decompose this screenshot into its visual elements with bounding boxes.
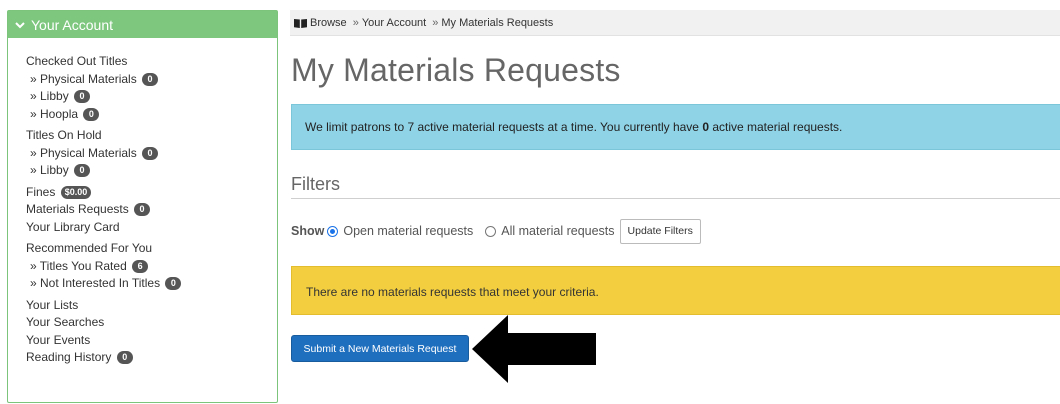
active-request-count: 0 bbox=[702, 120, 709, 134]
open-requests-radio[interactable] bbox=[327, 225, 339, 237]
breadcrumb-separator: » bbox=[432, 16, 439, 29]
update-filters-button[interactable]: Update Filters bbox=[619, 218, 701, 244]
page-title: My Materials Requests bbox=[291, 52, 621, 88]
holds-physical-count: 0 bbox=[142, 146, 159, 160]
sidebar-header-label: Your Account bbox=[31, 16, 113, 33]
filters-row: Show Open material requests All material… bbox=[291, 218, 701, 244]
holds-libby-count: 0 bbox=[74, 164, 91, 177]
breadcrumb-browse-link[interactable]: Browse bbox=[310, 17, 347, 29]
materials-requests-count: 0 bbox=[134, 203, 151, 216]
pointer-arrow-icon bbox=[472, 315, 596, 383]
filters-divider bbox=[291, 198, 1060, 199]
account-sidebar: Your Account Checked Out Titles » Physic… bbox=[7, 10, 278, 403]
holds-physical-link[interactable]: » Physical Materials bbox=[30, 146, 137, 160]
request-limit-alert: We limit patrons to 7 active material re… bbox=[291, 104, 1060, 150]
reading-history-count: 0 bbox=[116, 351, 133, 364]
open-requests-label[interactable]: Open material requests bbox=[343, 224, 473, 238]
submit-new-request-button[interactable]: Submit a New Materials Request bbox=[291, 335, 469, 362]
no-requests-alert: There are no materials requests that mee… bbox=[291, 266, 1060, 315]
show-label: Show bbox=[291, 224, 325, 238]
breadcrumb-current: My Materials Requests bbox=[441, 16, 554, 29]
alert-text-prefix: We limit patrons to 7 active material re… bbox=[305, 120, 703, 134]
sidebar-header[interactable]: Your Account bbox=[8, 11, 277, 38]
not-interested-link[interactable]: » Not Interested In Titles bbox=[30, 276, 160, 290]
breadcrumb: Browse » Your Account » My Materials Req… bbox=[290, 10, 1060, 36]
library-card-link[interactable]: Your Library Card bbox=[26, 219, 277, 237]
your-events-link[interactable]: Your Events bbox=[26, 332, 277, 350]
your-searches-link[interactable]: Your Searches bbox=[26, 314, 277, 332]
book-icon bbox=[294, 18, 307, 28]
all-requests-radio[interactable] bbox=[485, 225, 497, 237]
checked-out-hoopla-count: 0 bbox=[83, 107, 100, 121]
holds-libby-link[interactable]: » Libby bbox=[30, 163, 69, 177]
your-lists-link[interactable]: Your Lists bbox=[26, 297, 277, 315]
materials-requests-link[interactable]: Materials Requests bbox=[26, 202, 129, 216]
all-requests-label[interactable]: All material requests bbox=[501, 224, 614, 238]
recommended-link[interactable]: Recommended For You bbox=[26, 240, 277, 258]
filters-heading: Filters bbox=[291, 174, 340, 194]
fines-amount-badge: $0.00 bbox=[60, 185, 92, 199]
titles-on-hold-link[interactable]: Titles On Hold bbox=[26, 127, 277, 145]
reading-history-link[interactable]: Reading History bbox=[26, 350, 111, 364]
titles-rated-count: 6 bbox=[132, 259, 149, 273]
checked-out-libby-link[interactable]: » Libby bbox=[30, 89, 69, 103]
fines-link[interactable]: Fines bbox=[26, 185, 55, 199]
checked-out-hoopla-link[interactable]: » Hoopla bbox=[30, 107, 78, 121]
checked-out-libby-count: 0 bbox=[74, 90, 91, 103]
breadcrumb-account-link[interactable]: Your Account bbox=[362, 17, 426, 29]
checked-out-titles-link[interactable]: Checked Out Titles bbox=[26, 53, 277, 71]
titles-rated-link[interactable]: » Titles You Rated bbox=[30, 259, 127, 273]
chevron-down-icon bbox=[15, 21, 25, 28]
alert-text-suffix: active material requests. bbox=[709, 120, 843, 134]
not-interested-count: 0 bbox=[165, 277, 182, 290]
checked-out-physical-link[interactable]: » Physical Materials bbox=[30, 72, 137, 86]
checked-out-physical-count: 0 bbox=[142, 72, 159, 86]
breadcrumb-separator: » bbox=[352, 16, 359, 29]
